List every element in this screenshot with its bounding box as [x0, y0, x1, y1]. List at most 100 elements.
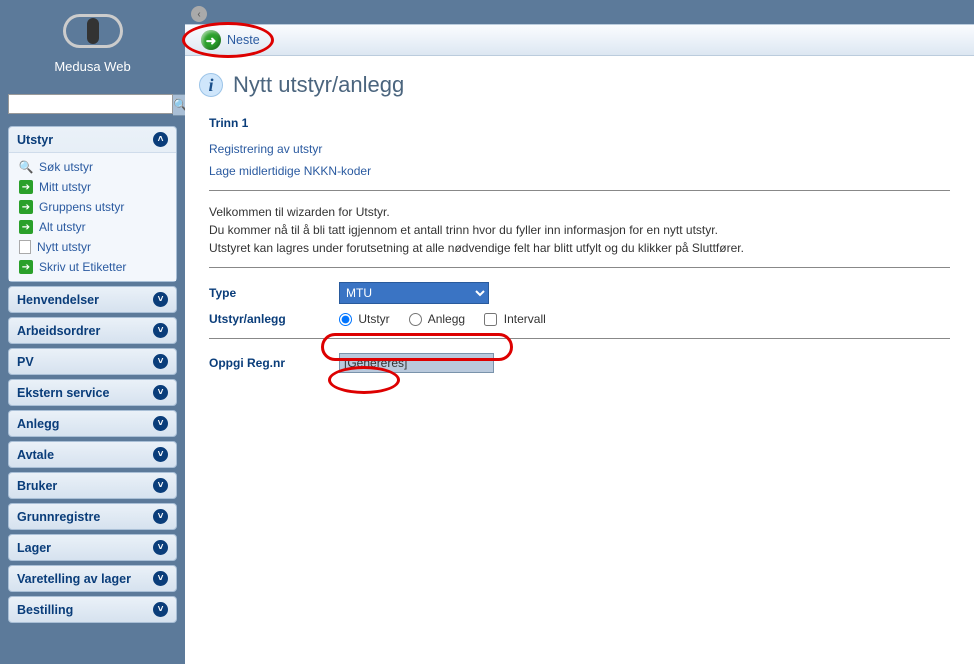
radio-anlegg-label[interactable]: Anlegg: [409, 312, 468, 326]
nav-header[interactable]: Ekstern service ˅: [9, 380, 176, 405]
toolbar: ➜ Neste: [185, 24, 974, 56]
nav-item-alt-utstyr[interactable]: ➔ Alt utstyr: [9, 217, 176, 237]
nav-header[interactable]: Bestilling ˅: [9, 597, 176, 622]
step-heading: Trinn 1: [209, 116, 950, 130]
sidebar: Medusa Web 🔍 Utstyr ˄ 🔍 Søk utstyr ➔ Mit…: [0, 0, 185, 664]
nav-item-mitt-utstyr[interactable]: ➔ Mitt utstyr: [9, 177, 176, 197]
nav-header-label: Avtale: [17, 448, 54, 462]
next-button-label: Neste: [227, 33, 260, 47]
chevron-down-icon: ˅: [153, 323, 168, 338]
nav-header-utstyr[interactable]: Utstyr ˄: [9, 127, 176, 152]
nav-header[interactable]: Henvendelser ˅: [9, 287, 176, 312]
nav-header[interactable]: Bruker ˅: [9, 473, 176, 498]
radio-group-utstyr-anlegg: Utstyr Anlegg Intervall: [339, 312, 562, 326]
page-title: Nytt utstyr/anlegg: [233, 72, 404, 98]
welcome-line: Du kommer nå til å bli tatt igjennom et …: [209, 223, 950, 237]
nav-header-label: Henvendelser: [17, 293, 99, 307]
nav-section-anlegg: Anlegg ˅: [8, 410, 177, 437]
page-header: i Nytt utstyr/anlegg: [185, 56, 974, 108]
main-area: ‹ ➜ Neste i Nytt utstyr/anlegg Trinn 1 R…: [185, 0, 974, 664]
nav-header[interactable]: Varetelling av lager ˅: [9, 566, 176, 591]
radio-utstyr[interactable]: [339, 313, 352, 326]
regnr-field: [339, 353, 494, 373]
nav-header-label: Ekstern service: [17, 386, 109, 400]
row-regnr: Oppgi Reg.nr: [209, 353, 950, 373]
chevron-down-icon: ˅: [153, 354, 168, 369]
arrow-right-icon: ➔: [19, 180, 33, 194]
check-intervall-label[interactable]: Intervall: [484, 312, 545, 326]
radio-anlegg-text: Anlegg: [428, 312, 465, 326]
top-strip: ‹: [185, 0, 974, 24]
info-icon: i: [199, 73, 223, 97]
chevron-down-icon: ˅: [153, 292, 168, 307]
radio-utstyr-text: Utstyr: [358, 312, 389, 326]
chevron-down-icon: ˅: [153, 385, 168, 400]
nav-section-henvendelser: Henvendelser ˅: [8, 286, 177, 313]
nav-header-label: Grunnregistre: [17, 510, 100, 524]
nav-item-sok-utstyr[interactable]: 🔍 Søk utstyr: [9, 157, 176, 177]
nav-header[interactable]: Avtale ˅: [9, 442, 176, 467]
arrow-right-icon: ➔: [19, 260, 33, 274]
app-logo: Medusa Web: [0, 0, 185, 74]
nav-section-bestilling: Bestilling ˅: [8, 596, 177, 623]
chevron-up-icon: ˄: [153, 132, 168, 147]
nav-header-label: Bestilling: [17, 603, 73, 617]
chevron-down-icon: ˅: [153, 478, 168, 493]
nav-item-label: Gruppens utstyr: [39, 200, 124, 214]
link-nkkn-koder[interactable]: Lage midlertidige NKKN-koder: [209, 164, 950, 178]
label-regnr: Oppgi Reg.nr: [209, 356, 339, 370]
nav-item-gruppens-utstyr[interactable]: ➔ Gruppens utstyr: [9, 197, 176, 217]
radio-anlegg[interactable]: [409, 313, 422, 326]
back-icon[interactable]: ‹: [191, 6, 207, 22]
divider: [209, 190, 950, 191]
nav-section-bruker: Bruker ˅: [8, 472, 177, 499]
search-input[interactable]: [8, 94, 173, 114]
link-registrering[interactable]: Registrering av utstyr: [209, 142, 950, 156]
check-intervall[interactable]: [484, 313, 497, 326]
welcome-text: Velkommen til wizarden for Utstyr. Du ko…: [209, 205, 950, 255]
go-arrow-icon: ➜: [201, 30, 221, 50]
nav-header[interactable]: Grunnregistre ˅: [9, 504, 176, 529]
nav-header[interactable]: Arbeidsordrer ˅: [9, 318, 176, 343]
nav-item-label: Alt utstyr: [39, 220, 86, 234]
chevron-down-icon: ˅: [153, 540, 168, 555]
row-type: Type MTU: [209, 282, 950, 304]
nav-item-nytt-utstyr[interactable]: Nytt utstyr: [9, 237, 176, 257]
nav-section-arbeidsordrer: Arbeidsordrer ˅: [8, 317, 177, 344]
chevron-down-icon: ˅: [153, 571, 168, 586]
nav-header-label: Lager: [17, 541, 51, 555]
nav-item-skriv-ut-etiketter[interactable]: ➔ Skriv ut Etiketter: [9, 257, 176, 277]
nav-section-lager: Lager ˅: [8, 534, 177, 561]
welcome-line: Velkommen til wizarden for Utstyr.: [209, 205, 950, 219]
eye-icon: [63, 14, 123, 48]
nav-section-grunnregistre: Grunnregistre ˅: [8, 503, 177, 530]
app-name: Medusa Web: [0, 59, 185, 74]
wizard-content: Trinn 1 Registrering av utstyr Lage midl…: [185, 116, 974, 373]
divider: [209, 267, 950, 268]
chevron-down-icon: ˅: [153, 509, 168, 524]
nav-header-label: Arbeidsordrer: [17, 324, 100, 338]
nav-header-label: Bruker: [17, 479, 57, 493]
nav-item-label: Skriv ut Etiketter: [39, 260, 126, 274]
label-utstyr-anlegg: Utstyr/anlegg: [209, 312, 339, 326]
nav-item-label: Nytt utstyr: [37, 240, 91, 254]
nav-section-pv: PV ˅: [8, 348, 177, 375]
next-button[interactable]: ➜ Neste: [195, 28, 266, 52]
arrow-right-icon: ➔: [19, 220, 33, 234]
search-icon: 🔍: [19, 160, 33, 174]
welcome-line: Utstyret kan lagres under forutsetning a…: [209, 241, 950, 255]
nav-section-utstyr: Utstyr ˄ 🔍 Søk utstyr ➔ Mitt utstyr ➔ Gr…: [8, 126, 177, 282]
search-bar: 🔍: [8, 94, 177, 116]
nav-header-label: Varetelling av lager: [17, 572, 131, 586]
divider: [209, 338, 950, 339]
nav-header-label: PV: [17, 355, 34, 369]
nav-header[interactable]: PV ˅: [9, 349, 176, 374]
nav-header[interactable]: Lager ˅: [9, 535, 176, 560]
nav-header[interactable]: Anlegg ˅: [9, 411, 176, 436]
radio-utstyr-label[interactable]: Utstyr: [339, 312, 393, 326]
chevron-down-icon: ˅: [153, 447, 168, 462]
nav-section-avtale: Avtale ˅: [8, 441, 177, 468]
nav-item-label: Søk utstyr: [39, 160, 93, 174]
chevron-down-icon: ˅: [153, 416, 168, 431]
type-select[interactable]: MTU: [339, 282, 489, 304]
